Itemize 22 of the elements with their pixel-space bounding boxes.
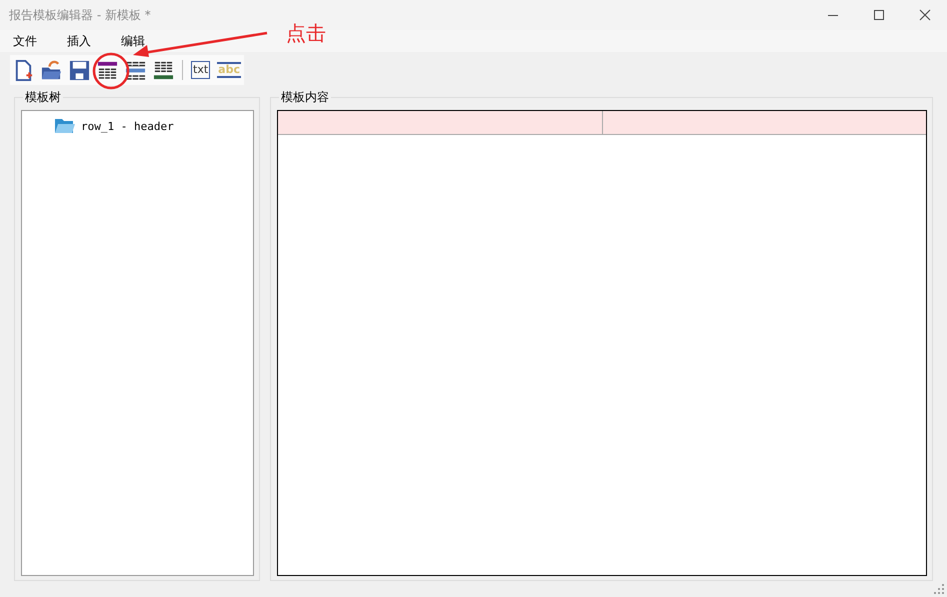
group-title: 模板树	[24, 89, 62, 106]
resize-grip-icon[interactable]	[934, 584, 944, 594]
table-header-icon[interactable]	[97, 60, 118, 80]
menu-item[interactable]: 编辑	[114, 32, 152, 50]
menu-item[interactable]: 文件	[6, 32, 44, 50]
maximize-icon[interactable]	[873, 9, 885, 21]
save-icon[interactable]	[69, 60, 90, 80]
folder-icon	[54, 118, 76, 134]
group-title: 模板内容	[280, 89, 330, 106]
close-icon[interactable]	[919, 9, 931, 21]
tree-item[interactable]: row_1 - header	[81, 120, 174, 132]
header-cell[interactable]	[278, 111, 602, 134]
text-tool-button[interactable]: txt	[191, 61, 210, 79]
table-band-icon[interactable]	[125, 60, 146, 80]
table-footer-icon[interactable]	[153, 60, 174, 80]
window-title: 报告模板编辑器 - 新模板 *	[8, 6, 151, 24]
menu-item[interactable]: 插入	[60, 32, 98, 50]
header-cell[interactable]	[602, 111, 926, 134]
folder-icon[interactable]	[41, 60, 62, 80]
new-file-icon[interactable]	[13, 60, 34, 80]
annotation-label: 点击	[286, 20, 326, 47]
highlight-circle	[92, 52, 130, 90]
